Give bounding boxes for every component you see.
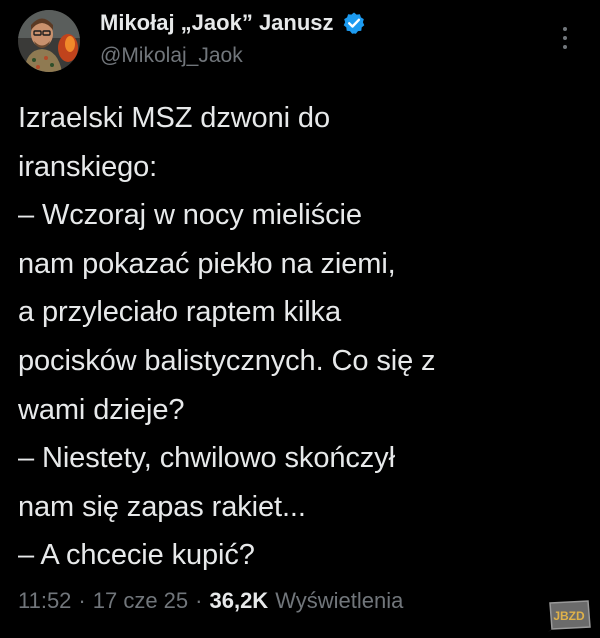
meta-separator: · — [195, 588, 203, 613]
more-dot-icon — [563, 36, 567, 40]
watermark-text: JBZD — [553, 609, 585, 623]
views-label[interactable]: Wyświetlenia — [275, 588, 403, 614]
avatar[interactable] — [18, 10, 80, 72]
verified-badge-icon — [342, 11, 366, 35]
tweet-meta: 11:52 · 17 cze 25 · 36,2K Wyświetlenia — [18, 588, 403, 614]
tweet-date[interactable]: 17 cze 25 — [93, 588, 188, 614]
jbzd-watermark-logo: JBZD — [544, 597, 594, 633]
author-block: Mikołaj „Jaok” Janusz @Mikolaj_Jaok — [100, 8, 366, 68]
views-count[interactable]: 36,2K — [209, 588, 268, 614]
meta-separator: · — [78, 588, 86, 613]
tweet-time[interactable]: 11:52 — [18, 588, 71, 614]
more-options-button[interactable] — [554, 20, 576, 56]
tweet-text: Izraelski MSZ dzwoni do iranskiego: – Wc… — [18, 102, 436, 572]
tweet-card: Mikołaj „Jaok” Janusz @Mikolaj_Jaok Izra… — [0, 0, 600, 638]
display-name[interactable]: Mikołaj „Jaok” Janusz — [100, 10, 334, 36]
name-row: Mikołaj „Jaok” Janusz — [100, 8, 366, 38]
more-dot-icon — [563, 45, 567, 49]
avatar-photo — [18, 10, 80, 72]
more-dot-icon — [563, 27, 567, 31]
handle[interactable]: @Mikolaj_Jaok — [100, 44, 366, 68]
